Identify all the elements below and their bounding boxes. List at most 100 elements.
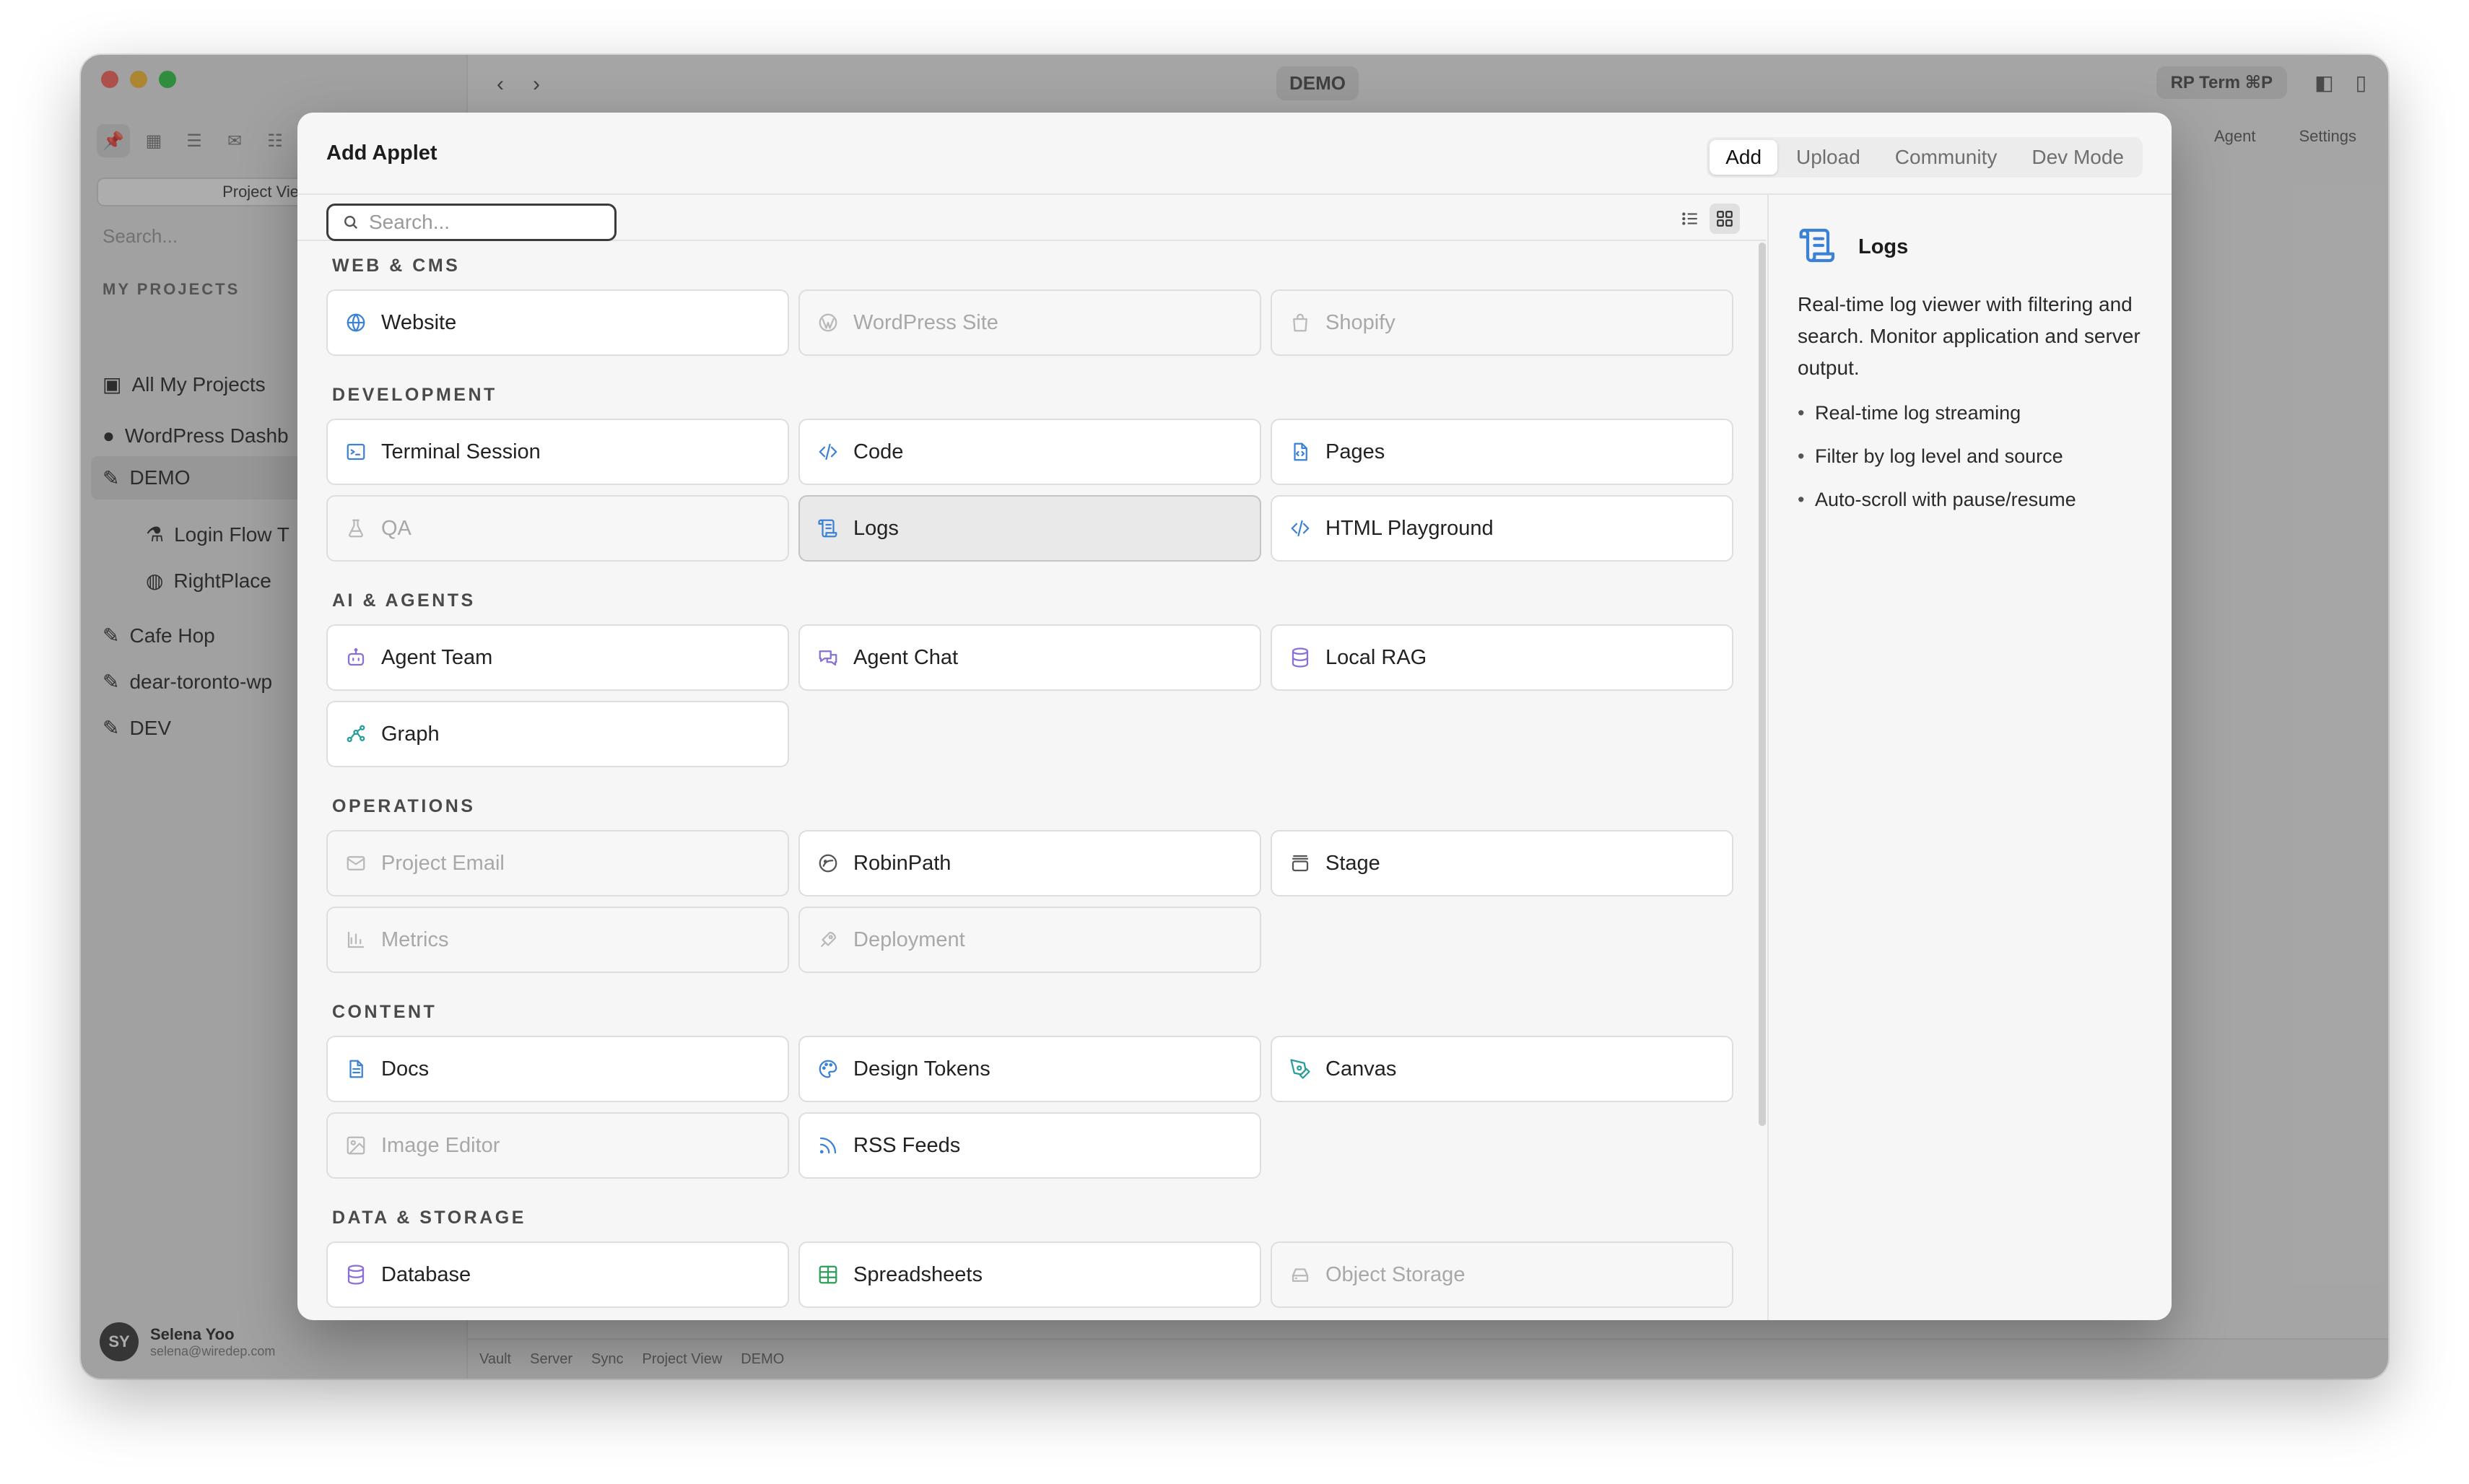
hard-drive-icon xyxy=(1292,1268,1309,1282)
applet-card-shopify: Shopify xyxy=(1271,289,1733,356)
category-ai-agents: AI & AGENTS Agent Team Agent Chat Local RAG… xyxy=(326,577,1741,767)
terminal-icon xyxy=(347,443,365,461)
applet-card-local-rag[interactable]: Local RAG xyxy=(1271,624,1733,691)
applet-card-label: Design Tokens xyxy=(853,1057,990,1081)
applet-card-metrics: Metrics xyxy=(326,907,789,973)
category-label: CONTENT xyxy=(332,1002,437,1022)
applet-card-label: Project Email xyxy=(381,851,505,875)
view-toggle xyxy=(1675,204,1740,234)
applet-card-website[interactable]: Website xyxy=(326,289,789,356)
bot-icon xyxy=(347,648,365,666)
applet-card-stage[interactable]: Stage xyxy=(1271,830,1733,896)
search-icon xyxy=(344,216,358,230)
image-icon xyxy=(347,1136,365,1155)
search-field[interactable] xyxy=(326,204,617,241)
feature-item: Filter by log level and source xyxy=(1798,435,2151,478)
applet-card-agent-team[interactable]: Agent Team xyxy=(326,624,789,691)
grid-view-icon[interactable] xyxy=(1710,204,1740,234)
bar-chart-icon xyxy=(347,931,365,948)
applet-card-logs[interactable]: Logs xyxy=(798,495,1261,562)
applet-card-deployment: Deployment xyxy=(798,907,1261,973)
applet-card-label: QA xyxy=(381,516,412,540)
applet-card-label: Shopify xyxy=(1325,310,1395,334)
applet-grid: WEB & CMS Website WordPress Site Shopify DEV… xyxy=(326,243,1741,1320)
modal-header: Add Applet Add Upload Community Dev Mode xyxy=(297,113,2172,195)
applet-card-design-tokens[interactable]: Design Tokens xyxy=(798,1036,1261,1102)
applet-card-label: Object Storage xyxy=(1325,1262,1466,1286)
list-view-icon[interactable] xyxy=(1675,204,1705,234)
code-icon xyxy=(1291,520,1310,537)
code-icon xyxy=(819,443,837,461)
applet-card-label: Agent Chat xyxy=(853,645,959,669)
applet-card-docs[interactable]: Docs xyxy=(326,1036,789,1102)
tab-upload[interactable]: Upload xyxy=(1780,140,1876,175)
tab-community[interactable]: Community xyxy=(1879,140,2013,175)
applet-card-object-storage: Object Storage xyxy=(1271,1241,1733,1308)
applet-card-pages[interactable]: Pages xyxy=(1271,419,1733,485)
applet-card-terminal-session[interactable]: Terminal Session xyxy=(326,419,789,485)
detail-header: Logs xyxy=(1798,225,1908,269)
applet-card-code[interactable]: Code xyxy=(798,419,1261,485)
applet-card-grid: Terminal Session Code Pages QA Logs HTML Play… xyxy=(326,419,1741,562)
tab-add[interactable]: Add xyxy=(1710,140,1778,175)
tab-dev-mode[interactable]: Dev Mode xyxy=(2016,140,2140,175)
rocket-icon xyxy=(821,931,837,947)
applet-detail-panel: Logs Real-time log viewer with filtering… xyxy=(1767,195,2172,1320)
database-icon xyxy=(1292,647,1309,668)
applet-card-label: Database xyxy=(381,1262,471,1286)
applet-card-label: Spreadsheets xyxy=(853,1262,983,1286)
applet-card-label: RSS Feeds xyxy=(853,1133,961,1157)
modal-tabs: Add Upload Community Dev Mode xyxy=(1707,137,2143,178)
modal-title: Add Applet xyxy=(326,141,437,165)
applet-toolbar xyxy=(297,195,1766,241)
detail-title: Logs xyxy=(1858,235,1909,258)
search-input[interactable] xyxy=(369,211,600,234)
database-icon xyxy=(347,1265,365,1285)
scroll-icon xyxy=(1798,225,1838,269)
table-icon xyxy=(819,1265,837,1284)
applet-card-grid: Docs Design Tokens Canvas Image Editor RSS F… xyxy=(326,1036,1741,1179)
applet-card-agent-chat[interactable]: Agent Chat xyxy=(798,624,1261,691)
category-development: DEVELOPMENT Terminal Session Code Pages QA Lo… xyxy=(326,372,1741,562)
applet-card-label: Image Editor xyxy=(381,1133,500,1157)
category-web-cms: WEB & CMS Website WordPress Site Shopify xyxy=(326,243,1741,356)
applet-card-html-playground[interactable]: HTML Playground xyxy=(1271,495,1733,562)
applet-card-label: Local RAG xyxy=(1325,645,1427,669)
feature-item: Auto-scroll with pause/resume xyxy=(1798,478,2151,521)
applet-card-label: Deployment xyxy=(853,928,965,951)
detail-features: Real-time log streaming Filter by log le… xyxy=(1798,391,2151,521)
scrollbar[interactable] xyxy=(1759,243,1766,1126)
category-content: CONTENT Docs Design Tokens Canvas Image Edit… xyxy=(326,989,1741,1179)
chat-icon xyxy=(819,650,837,666)
category-operations: OPERATIONS Project Email RobinPath Stage Met… xyxy=(326,783,1741,973)
applet-card-rss-feeds[interactable]: RSS Feeds xyxy=(798,1112,1261,1179)
flask-icon xyxy=(349,519,363,538)
applet-card-label: RobinPath xyxy=(853,851,952,875)
applet-card-spreadsheets[interactable]: Spreadsheets xyxy=(798,1241,1261,1308)
applet-card-database[interactable]: Database xyxy=(326,1241,789,1308)
mail-icon xyxy=(347,856,365,870)
feature-item: Real-time log streaming xyxy=(1798,391,2151,435)
rss-icon xyxy=(819,1137,837,1154)
applet-card-graph[interactable]: Graph xyxy=(326,701,789,767)
applet-card-project-email: Project Email xyxy=(326,830,789,896)
applet-card-label: Agent Team xyxy=(381,645,493,669)
applet-card-label: Docs xyxy=(381,1057,430,1081)
graph-icon xyxy=(347,725,365,743)
pen-tool-icon xyxy=(1290,1059,1310,1079)
applet-card-image-editor: Image Editor xyxy=(326,1112,789,1179)
applet-card-wordpress-site: WordPress Site xyxy=(798,289,1261,356)
applet-card-canvas[interactable]: Canvas xyxy=(1271,1036,1733,1102)
applet-card-label: Logs xyxy=(853,516,899,540)
applet-card-label: Stage xyxy=(1325,851,1380,875)
robinpath-icon xyxy=(819,854,837,873)
file-code-icon xyxy=(1294,442,1307,461)
applet-card-label: HTML Playground xyxy=(1325,516,1494,540)
applet-card-label: Graph xyxy=(381,722,440,746)
applet-card-grid: Database Spreadsheets Object Storage xyxy=(326,1241,1741,1308)
scroll-icon xyxy=(1799,228,1835,263)
applet-card-robinpath[interactable]: RobinPath xyxy=(798,830,1261,896)
applet-card-label: Pages xyxy=(1325,440,1385,463)
applet-card-label: Website xyxy=(381,310,457,334)
category-label: OPERATIONS xyxy=(332,796,476,816)
